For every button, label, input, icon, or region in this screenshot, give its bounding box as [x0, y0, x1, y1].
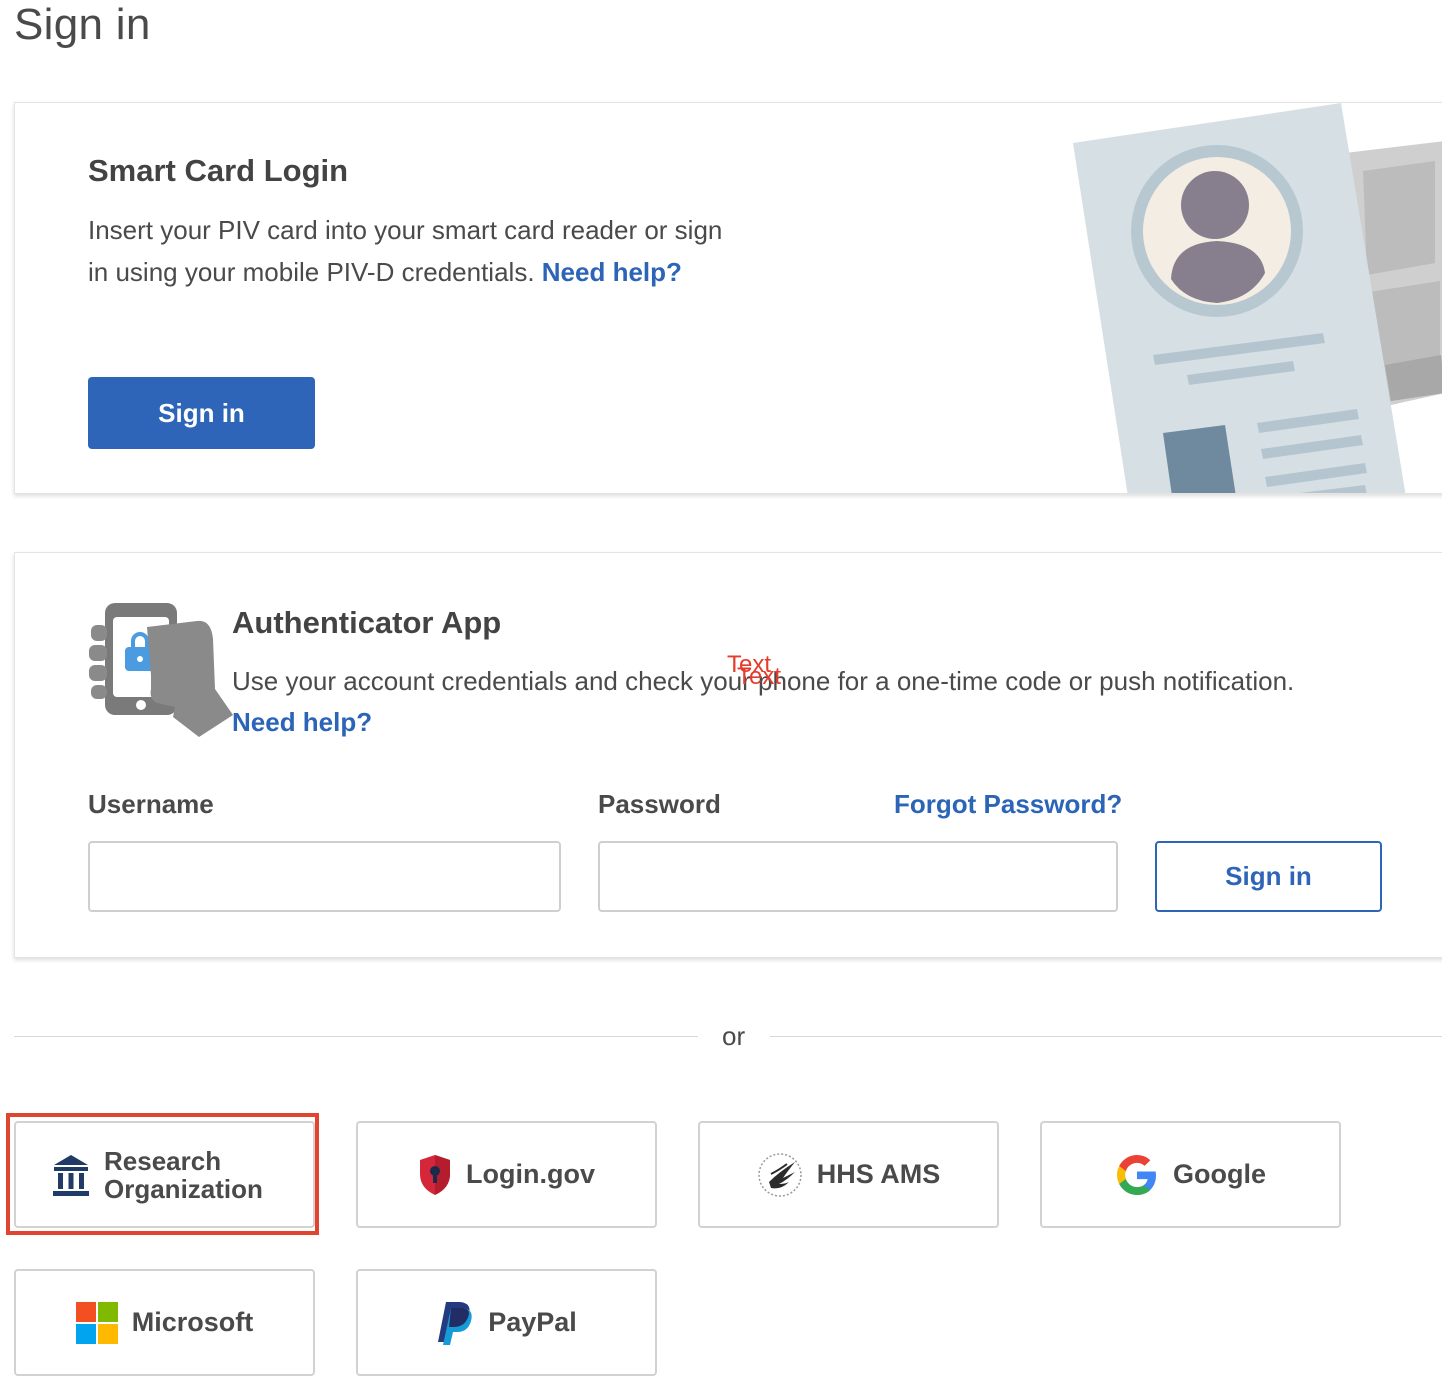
google-g-icon — [1117, 1154, 1156, 1195]
paypal-button[interactable]: PayPal — [356, 1269, 657, 1376]
divider-line-left — [14, 1036, 698, 1037]
authenticator-app-panel: Authenticator App Use your account crede… — [14, 552, 1442, 958]
password-input[interactable] — [598, 841, 1118, 912]
page-title: Sign in — [14, 0, 151, 49]
paypal-logo-icon — [438, 1301, 472, 1345]
login-gov-button[interactable]: Login.gov — [356, 1121, 657, 1228]
annotation-overlay-text: Text — [737, 663, 782, 690]
hhs-ams-button[interactable]: HHS AMS — [698, 1121, 999, 1228]
microsoft-logo-icon — [75, 1301, 118, 1344]
password-label: Password — [598, 789, 721, 819]
research-organization-button[interactable]: Research Organization — [14, 1121, 315, 1228]
authenticator-description: Use your account credentials and check y… — [232, 661, 1432, 743]
research-organization-label: Research Organization — [104, 1147, 263, 1203]
username-label: Username — [88, 789, 214, 819]
smart-card-sign-in-button[interactable]: Sign in — [88, 377, 315, 449]
smart-card-heading: Smart Card Login — [88, 153, 349, 188]
id-card-illustration-icon — [1073, 103, 1442, 493]
hhs-eagle-icon — [757, 1152, 802, 1197]
or-divider-text: or — [722, 1021, 746, 1051]
shield-keyhole-icon — [420, 1154, 450, 1195]
smart-card-login-panel: Smart Card Login Insert your PIV card in… — [14, 102, 1442, 494]
google-label: Google — [1173, 1159, 1266, 1189]
phone-in-hand-lock-icon — [89, 603, 233, 737]
authenticator-help-link[interactable]: Need help? — [232, 707, 372, 737]
paypal-label: PayPal — [488, 1307, 577, 1337]
hhs-ams-label: HHS AMS — [816, 1159, 941, 1189]
smart-card-description: Insert your PIV card into your smart car… — [88, 209, 728, 293]
microsoft-button[interactable]: Microsoft — [14, 1269, 315, 1376]
smart-card-help-link[interactable]: Need help? — [542, 257, 682, 287]
forgot-password-link[interactable]: Forgot Password? — [894, 789, 1122, 820]
google-button[interactable]: Google — [1040, 1121, 1341, 1228]
authenticator-sign-in-button[interactable]: Sign in — [1155, 841, 1382, 912]
login-gov-label: Login.gov — [466, 1159, 595, 1189]
research-label-line2: Organization — [104, 1173, 263, 1204]
microsoft-label: Microsoft — [131, 1307, 254, 1337]
research-label-line1: Research — [104, 1145, 222, 1176]
username-input[interactable] — [88, 841, 561, 912]
institution-icon — [53, 1154, 89, 1196]
divider-line-right — [770, 1036, 1442, 1037]
authenticator-heading: Authenticator App — [232, 605, 502, 640]
